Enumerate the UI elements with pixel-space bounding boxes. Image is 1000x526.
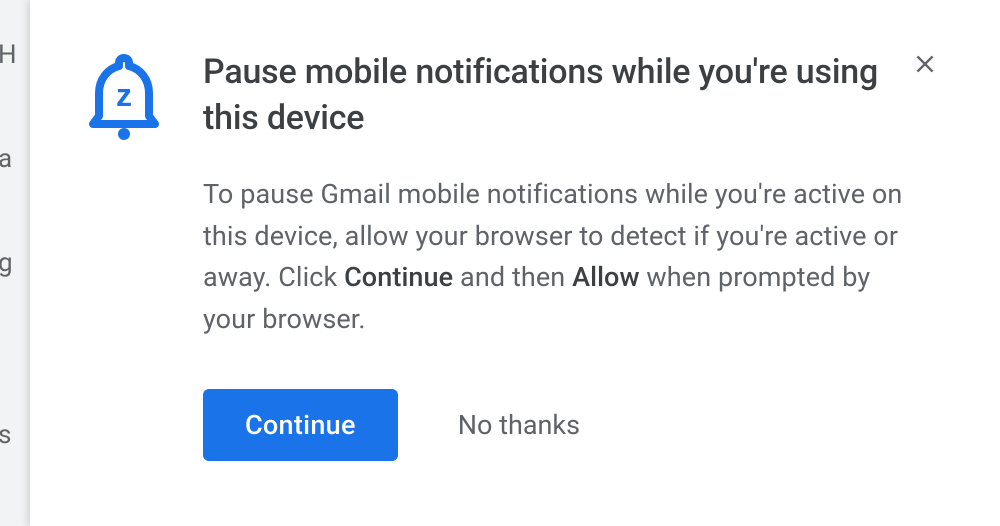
bg-item: g [0,248,13,278]
continue-button[interactable]: Continue [203,389,398,461]
close-icon [912,51,938,80]
notification-dialog: z Pause mobile notifications while you'r… [30,0,1000,526]
dialog-description: To pause Gmail mobile notifications whil… [203,174,910,341]
bell-snooze-icon: z [85,50,163,142]
bg-item: s [0,420,11,450]
no-thanks-button[interactable]: No thanks [448,389,590,461]
svg-text:z: z [116,77,132,113]
close-button[interactable] [910,50,940,80]
dialog-actions: Continue No thanks [203,389,950,461]
bg-item: H [0,40,17,70]
dialog-title: Pause mobile notifications while you're … [203,50,910,142]
bg-item: a [0,144,12,174]
